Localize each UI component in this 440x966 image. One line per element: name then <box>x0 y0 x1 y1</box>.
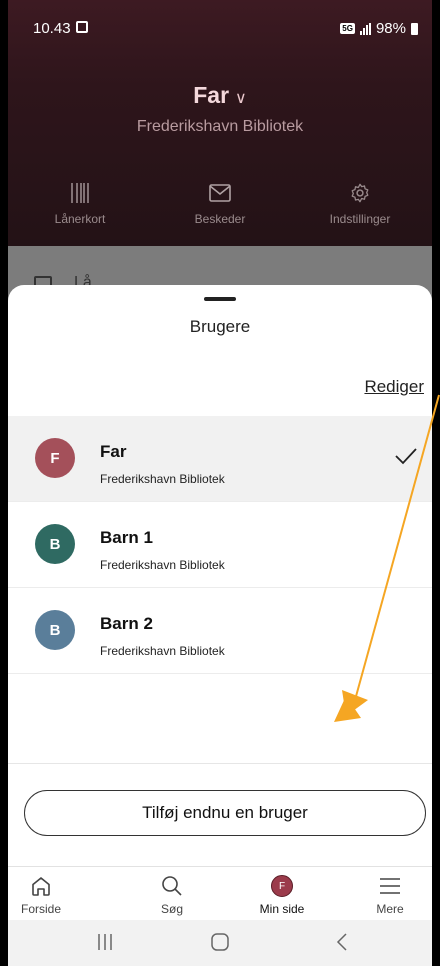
sheet-drag-handle[interactable] <box>204 297 236 301</box>
status-bar: 10.43 5G 98% <box>8 0 432 52</box>
settings-label: Indstillinger <box>329 212 391 226</box>
user-name: Barn 1 <box>100 528 153 547</box>
bottom-navigation: Forside Søg F Min side Mere <box>8 866 432 920</box>
user-library: Frederikshavn Bibliotek <box>100 558 225 572</box>
nav-label: Mere <box>376 902 404 916</box>
status-indicators: 5G 98% <box>340 20 418 37</box>
search-icon <box>127 873 217 899</box>
nav-item-my-page[interactable]: F Min side <box>237 873 327 916</box>
nav-item-home[interactable]: Forside <box>8 873 86 916</box>
nav-label: Forside <box>20 902 61 916</box>
nav-label: Søg <box>160 902 183 916</box>
sheet-title: Brugere <box>189 317 251 336</box>
barcode-icon <box>10 180 150 206</box>
current-user-switcher[interactable]: Far ∨ <box>8 82 432 109</box>
recent-apps-button[interactable] <box>96 932 114 957</box>
battery-icon <box>411 22 418 35</box>
user-name: Far <box>100 442 127 461</box>
nav-item-search[interactable]: Søg <box>127 873 217 916</box>
avatar: B <box>35 524 75 564</box>
users-bottom-sheet: Brugere Rediger F Far Frederikshavn Bibl… <box>8 285 432 866</box>
current-user-name: Far <box>193 82 230 108</box>
signal-icon <box>359 22 371 35</box>
avatar: B <box>35 610 75 650</box>
messages-button[interactable]: Beskeder <box>150 180 290 226</box>
user-library: Frederikshavn Bibliotek <box>100 472 225 486</box>
home-icon <box>8 873 86 899</box>
back-button[interactable] <box>335 932 349 957</box>
battery-percent: 98% <box>375 20 406 37</box>
checkmark-icon <box>394 446 418 471</box>
header-actions: Lånerkort Beskeder Indstillinger <box>8 180 432 230</box>
user-row-barn-2[interactable]: B Barn 2 Frederikshavn Bibliotek <box>8 588 432 674</box>
avatar: F <box>35 438 75 478</box>
nav-label: Min side <box>259 902 305 916</box>
gear-icon <box>290 180 430 206</box>
status-time: 10.43 <box>33 20 71 37</box>
network-5g-icon: 5G <box>340 23 355 34</box>
menu-icon <box>345 873 432 899</box>
library-card-label: Lånerkort <box>54 212 106 226</box>
nav-avatar-wrap: F <box>237 873 327 899</box>
messages-label: Beskeder <box>194 212 246 226</box>
avatar-icon: F <box>271 875 293 897</box>
current-library: Frederikshavn Bibliotek <box>136 118 304 135</box>
user-row-barn-1[interactable]: B Barn 1 Frederikshavn Bibliotek <box>8 502 432 588</box>
settings-button[interactable]: Indstillinger <box>290 180 430 226</box>
divider <box>8 763 432 764</box>
home-system-button[interactable] <box>210 932 230 957</box>
system-navigation-bar <box>8 920 432 966</box>
chevron-down-icon: ∨ <box>235 90 247 107</box>
nav-item-more[interactable]: Mere <box>345 873 432 916</box>
profile-header: 10.43 5G 98% Far ∨ Frederikshavn Bibliote… <box>8 0 432 246</box>
mail-icon <box>150 180 290 206</box>
image-notification-icon <box>76 21 88 33</box>
add-user-button[interactable]: Tilføj endnu en bruger <box>24 790 426 836</box>
user-library: Frederikshavn Bibliotek <box>100 644 225 658</box>
app-frame: 10.43 5G 98% Far ∨ Frederikshavn Bibliote… <box>8 0 432 966</box>
user-name: Barn 2 <box>100 614 153 633</box>
user-row-far[interactable]: F Far Frederikshavn Bibliotek <box>8 416 432 502</box>
edit-link[interactable]: Rediger <box>364 377 424 397</box>
library-card-button[interactable]: Lånerkort <box>10 180 150 226</box>
